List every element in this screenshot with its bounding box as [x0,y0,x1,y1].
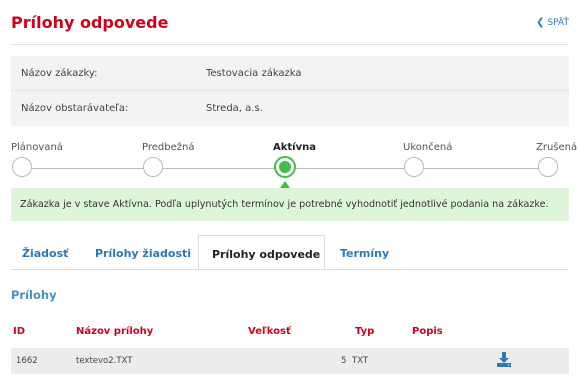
tabs-divider [11,269,569,270]
cell-type: TXT [352,356,369,366]
step-circle-cancelled [538,157,558,177]
back-label: SPÄŤ [547,17,569,28]
tab-label: Žiadosť [22,247,69,260]
column-header-description: Popis [412,326,443,337]
column-header-name: Názov prílohy [76,326,154,337]
tab-request[interactable]: Žiadosť [13,235,83,269]
info-value: Streda, a.s. [206,103,263,114]
back-link[interactable]: ❮ SPÄŤ [536,17,569,28]
title-divider [11,44,569,45]
step-label-cancelled: Zrušená [536,142,578,153]
status-message-bar: Zákazka je v stave Aktívna. Podľa uplynu… [11,188,569,221]
step-label-finished: Ukončená [403,142,453,153]
cell-name: textevo2.TXT [76,356,133,366]
step-circle-preliminary [143,157,163,177]
tab-request-attachments[interactable]: Prílohy žiadosti [83,235,198,269]
tab-label: Termíny [340,247,390,260]
step-label-preliminary: Predbežná [142,142,195,153]
chevron-left-icon: ❮ [536,17,545,28]
step-circle-active [274,156,296,178]
cell-size: 5 [341,356,347,366]
step-label-planned: Plánovaná [11,142,63,153]
info-row-procurer: Názov obstarávateľa: Streda, a.s. [11,91,569,126]
active-step-pointer [280,181,290,188]
tab-deadlines[interactable]: Termíny [325,235,395,269]
step-circle-planned [12,157,32,177]
section-title: Prílohy [11,288,57,302]
download-icon[interactable] [497,352,511,368]
info-label: Názov zákazky: [21,68,98,79]
status-message: Zákazka je v stave Aktívna. Podľa uplynu… [20,199,549,210]
column-header-type: Typ [355,326,375,337]
cell-id: 1662 [16,356,38,366]
info-row-contract: Názov zákazky: Testovacia zákazka [11,56,569,91]
info-panel: Názov zákazky: Testovacia zákazka Názov … [11,56,569,126]
tab-label: Prílohy žiadosti [95,247,192,260]
column-header-size: Veľkosť [248,326,291,337]
tab-label: Prílohy odpovede [212,248,321,261]
step-label-active: Aktívna [273,142,316,153]
column-header-id: ID [13,326,26,337]
step-circle-finished [404,157,424,177]
tab-response-attachments[interactable]: Prílohy odpovede [198,235,325,270]
info-value: Testovacia zákazka [206,68,302,79]
info-label: Názov obstarávateľa: [21,103,129,114]
tab-bar: Žiadosť Prílohy žiadosti Prílohy odpoved… [11,235,569,270]
page-title: Prílohy odpovede [11,13,169,32]
